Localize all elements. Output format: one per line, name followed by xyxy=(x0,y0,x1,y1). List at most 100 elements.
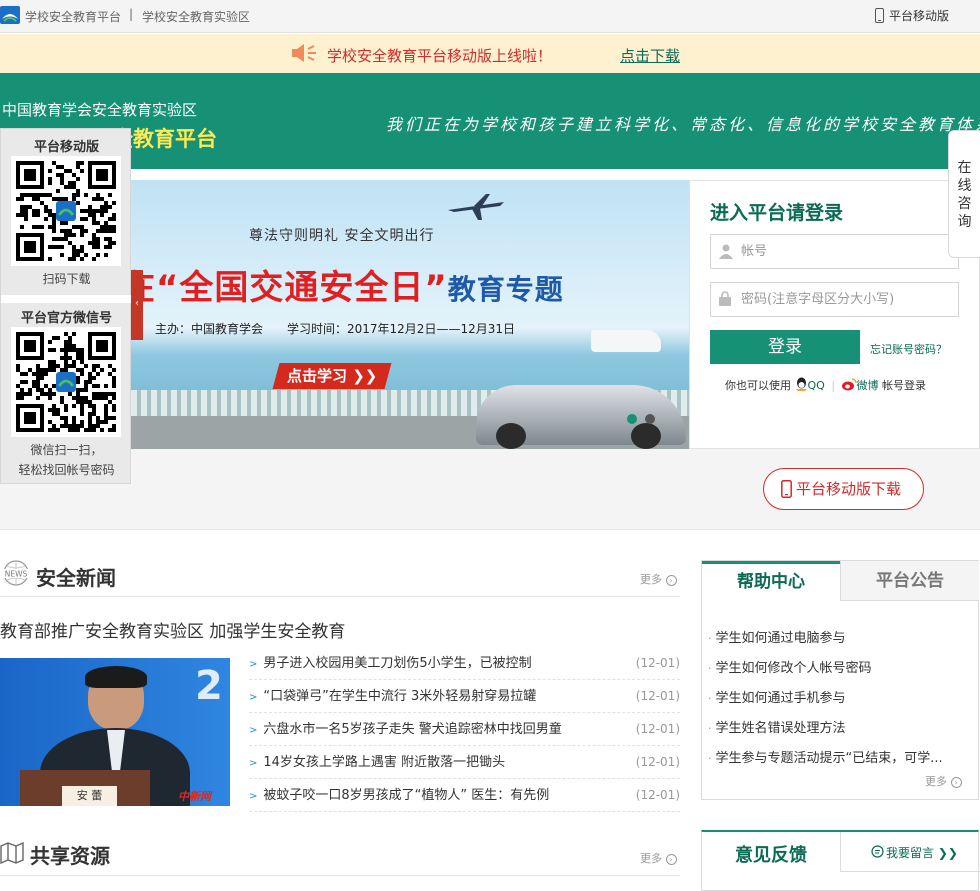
airplane-icon xyxy=(448,194,504,220)
tab-help-center[interactable]: 帮助中心 xyxy=(702,561,840,601)
feature-headline[interactable]: 教育部推广安全教育实验区 加强学生安全教育 xyxy=(0,617,345,642)
help-more-link[interactable]: 更多 › xyxy=(925,773,962,789)
third-party-login: 你也可以使用 QQ | 微博 帐号登录 xyxy=(725,377,926,393)
tab-platform-notice[interactable]: 平台公告 xyxy=(840,561,979,601)
qq-login-link[interactable]: QQ xyxy=(795,377,829,392)
chevron-left-icon: ‹ xyxy=(135,298,139,309)
banner-title-blue: 教育专题 xyxy=(447,273,564,306)
password-input[interactable]: 密码(注意字母区分大小写) xyxy=(710,282,959,317)
qr-side-panel: 平台移动版 扫码下载 平台官方微信号 微信扫一扫， 轻松找回帐号密码 xyxy=(0,128,132,484)
online-consult-tab[interactable]: 在 线 咨 询 xyxy=(948,130,980,258)
wechat-qr-title: 平台官方微信号 xyxy=(20,311,112,326)
carousel-dot[interactable] xyxy=(645,414,655,424)
phone-icon xyxy=(875,8,884,23)
header-band: 中国教育学会安全教育实验区 全教育平台 我们正在为学校和孩子建立科学化、常态化、… xyxy=(0,73,980,169)
phone-icon xyxy=(781,480,792,498)
help-item-label: 学生如何修改个人帐号密码 xyxy=(715,661,872,676)
feedback-panel: 意见反馈 我要留言 ❯❯ xyxy=(701,830,980,891)
site-name-link[interactable]: 学校安全教育平台 xyxy=(25,8,121,25)
more-label: 更多 xyxy=(925,775,947,788)
help-notice-tabs: 帮助中心 平台公告 · 学生如何通过电脑参与 · 学生如何修改个人帐号密码 · 学生如… xyxy=(701,560,979,800)
lock-icon xyxy=(719,291,731,306)
notice-bar: 学校安全教育平台移动版上线啦！ 点击下载 xyxy=(0,34,980,73)
login-button[interactable]: 登录 xyxy=(710,330,860,364)
leave-message-button[interactable]: 我要留言 ❯❯ xyxy=(840,832,980,872)
ship-shape xyxy=(591,330,661,352)
login-heading: 进入平台请登录 xyxy=(710,202,844,224)
news-item-date: (12-01) xyxy=(635,788,680,802)
chevron-right-icon: · xyxy=(708,632,712,645)
study-button-label: 点击学习 ❯❯ xyxy=(286,367,378,385)
car-wheel-shape xyxy=(631,423,661,449)
news-list-item[interactable]: > 被蚊子咬一口8岁男孩成了“植物人” 医生：有先例 (12-01) xyxy=(249,779,680,812)
news-list-item[interactable]: > “口袋弹弓”在学生中流行 3米外轻易射穿易拉罐 (12-01) xyxy=(249,680,680,713)
photo-nameplate: 安 蕾 xyxy=(62,786,117,806)
platform-logo-icon xyxy=(0,6,20,24)
news-heading: 安全新闻 xyxy=(36,566,116,590)
separator-bar: | xyxy=(831,379,836,392)
more-label: 更多 xyxy=(640,573,662,586)
news-list-item[interactable]: >14岁女孩上学路上遇害 附近散落一把锄头 (12-01) xyxy=(249,746,680,779)
help-item-label: 学生如何通过电脑参与 xyxy=(715,631,846,646)
help-list-item[interactable]: · 学生姓名错误处理方法 xyxy=(708,717,846,736)
banner-subtitle: 主办：中国教育学会 学习时间：2017年12月2日——12月31日 xyxy=(155,322,515,336)
chevron-right-circle-icon: › xyxy=(950,777,962,788)
chat-icon xyxy=(871,845,884,858)
news-item-date: (12-01) xyxy=(635,689,680,703)
help-item-label: 学生如何通过手机参与 xyxy=(715,691,846,706)
news-icon: NEWS xyxy=(0,560,32,586)
account-input[interactable]: 帐号 xyxy=(710,234,959,269)
qr-code-icon xyxy=(16,161,116,261)
chevron-right-circle-icon: › xyxy=(665,854,677,865)
news-item-title: 男子进入校园用美工刀划伤5小学生，已被控制 xyxy=(263,656,532,671)
wechat-qr-code xyxy=(11,327,121,437)
banner-title: 在“全国交通安全日”教育专题 xyxy=(131,260,564,309)
forgot-password-link[interactable]: 忘记账号密码？ xyxy=(870,341,947,357)
news-item-date: (12-01) xyxy=(635,656,680,670)
resources-heading: 共享资源 xyxy=(30,844,110,868)
help-list-item[interactable]: · 学生如何通过手机参与 xyxy=(708,687,846,706)
qq-icon xyxy=(795,377,807,391)
notice-download-link[interactable]: 点击下载 xyxy=(620,45,680,66)
banner-study-button[interactable]: 点击学习 ❯❯ xyxy=(272,363,392,389)
weibo-login-link[interactable]: 微博 xyxy=(841,378,883,392)
banner-motto: 尊法守则明礼 安全文明出行 xyxy=(249,228,435,244)
promo-banner[interactable]: 尊法守则明礼 安全文明出行 在“全国交通安全日”教育专题 主办：中国教育学会 学… xyxy=(131,180,689,449)
chevron-right-circle-icon: › xyxy=(665,575,677,586)
news-divider xyxy=(0,596,680,597)
news-item-date: (12-01) xyxy=(635,755,680,769)
help-list-item[interactable]: · 学生如何通过电脑参与 xyxy=(708,627,846,646)
mobile-qr-caption: 扫码下载 xyxy=(42,272,91,286)
chevron-right-icon: · xyxy=(708,692,712,705)
news-badge-text: NEWS xyxy=(5,570,28,579)
help-list-item[interactable]: · 学生参与专题活动提示“已结束，可学... xyxy=(708,747,943,766)
carousel-dot-active[interactable] xyxy=(627,414,637,424)
car-wheel-shape xyxy=(496,423,526,449)
news-photo[interactable]: 2 安 蕾 中新网 xyxy=(0,658,230,806)
news-item-title: 被蚊子咬一口8岁男孩成了“植物人” 医生：有先例 xyxy=(263,788,550,803)
weibo-label: 微博 xyxy=(856,379,879,392)
mobile-version-label: 平台移动版 xyxy=(889,9,950,23)
banner-title-red: 在“全国交通安全日” xyxy=(131,268,448,308)
resources-more-link[interactable]: 更多 › xyxy=(640,850,677,866)
mobile-qr-code xyxy=(11,156,121,266)
news-list-item[interactable]: > 男子进入校园用美工刀划伤5小学生，已被控制 (12-01) xyxy=(249,647,680,680)
mobile-download-button[interactable]: 平台移动版下载 xyxy=(763,468,924,510)
side-panel-collapse-button[interactable]: ‹ xyxy=(131,270,143,340)
notice-message: 学校安全教育平台移动版上线啦！ xyxy=(327,47,553,65)
chevron-right-icon: · xyxy=(708,722,712,735)
help-list-item[interactable]: · 学生如何修改个人帐号密码 xyxy=(708,657,872,676)
chevron-right-icon: > xyxy=(249,725,258,736)
consult-char: 咨 xyxy=(957,196,972,212)
header-slogan: 我们正在为学校和孩子建立科学化、常态化、信息化的学校安全教育体系 xyxy=(386,115,980,134)
qq-label: QQ xyxy=(807,379,825,392)
news-list-item[interactable]: > 六盘水市一名5岁孩子走失 警犬追踪密林中找回男童 (12-01) xyxy=(249,713,680,746)
section-link[interactable]: 学校安全教育实验区 xyxy=(142,8,250,25)
chevron-right-icon: > xyxy=(249,692,258,703)
news-more-link[interactable]: 更多 › xyxy=(640,571,677,587)
news-item-title: 14岁女孩上学路上遇害 附近散落一把锄头 xyxy=(263,755,506,770)
news-item-title: “口袋弹弓”在学生中流行 3米外轻易射穿易拉罐 xyxy=(263,689,537,704)
login-panel: 进入平台请登录 帐号 密码(注意字母区分大小写) 登录 忘记账号密码？ 你也可以… xyxy=(689,180,980,449)
mobile-version-link[interactable]: 平台移动版 xyxy=(875,7,949,24)
more-label: 更多 xyxy=(640,852,662,865)
